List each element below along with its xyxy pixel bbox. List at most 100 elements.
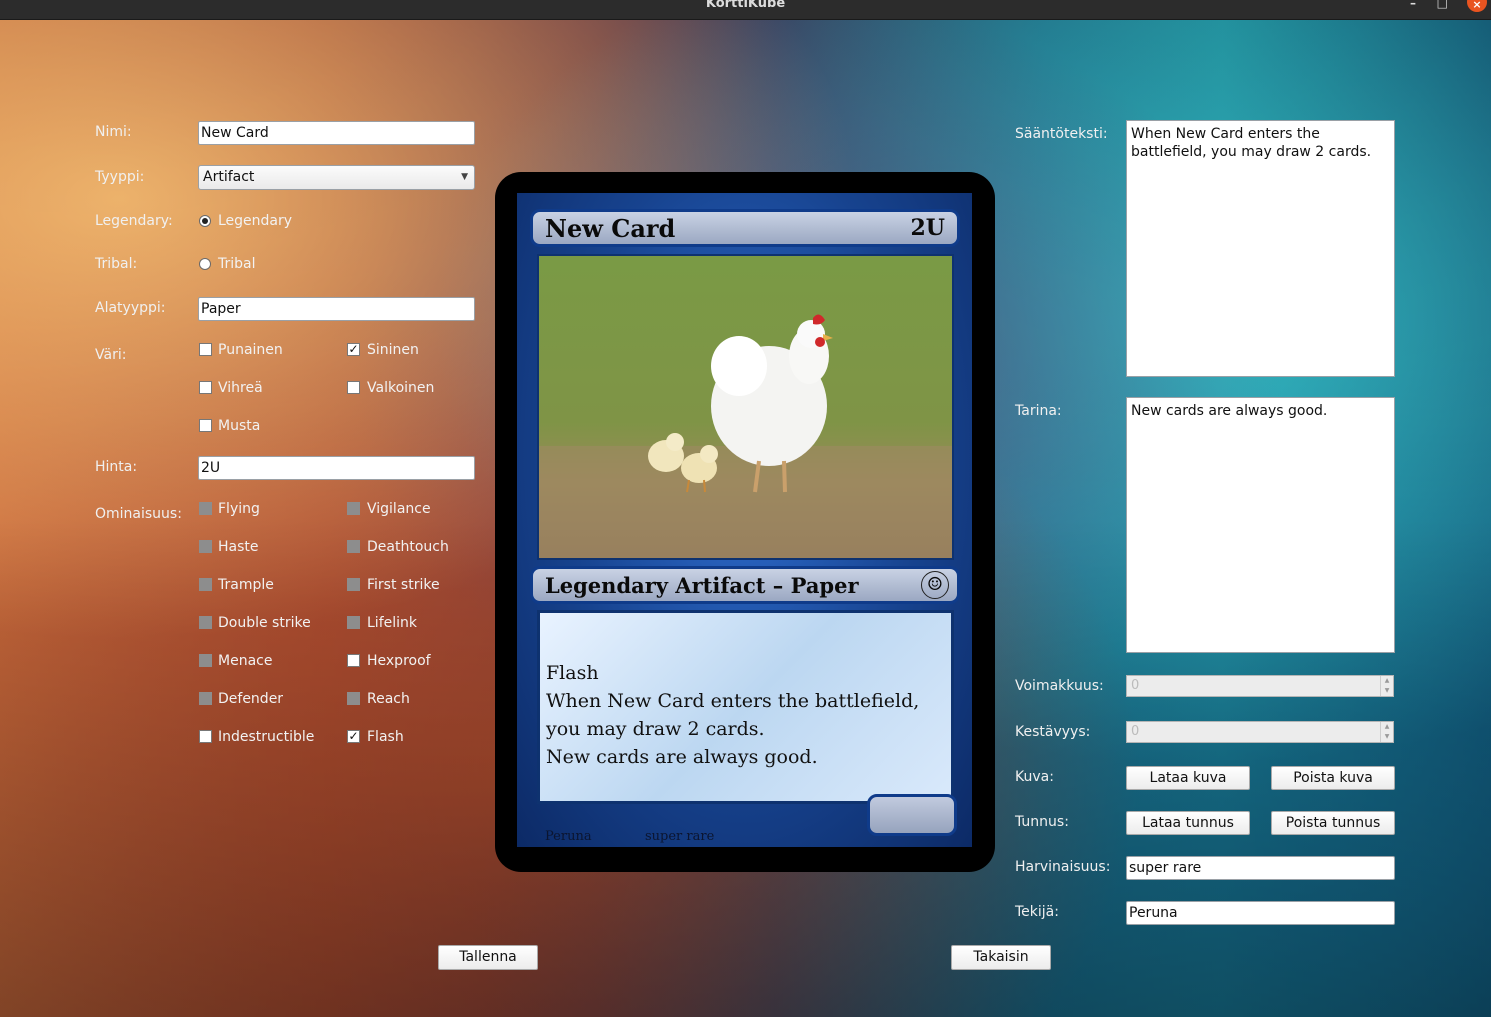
ability-checkbox-double-strike[interactable] — [199, 616, 212, 629]
card-rules-line: New cards are always good. — [546, 746, 818, 768]
rarity-label: Harvinaisuus: — [1015, 859, 1111, 875]
card-type-line: Legendary Artifact – Paper — [545, 573, 859, 598]
power-spinbox[interactable]: 0 ▲ ▼ — [1126, 675, 1394, 697]
card-rules-line: When New Card enters the battlefield, yo… — [546, 690, 920, 740]
flavor-text-label: Tarina: — [1015, 403, 1062, 419]
ability-checkbox-flash[interactable]: ✓ — [347, 730, 360, 743]
name-label: Nimi: — [95, 124, 132, 140]
ability-label-trample[interactable]: Trample — [218, 577, 274, 593]
rarity-input[interactable]: super rare — [1126, 856, 1395, 880]
artist-input[interactable]: Peruna — [1126, 901, 1395, 925]
ability-label-double-strike[interactable]: Double strike — [218, 615, 311, 631]
card-name: New Card — [545, 214, 676, 243]
power-label: Voimakkuus: — [1015, 678, 1104, 694]
color-checkbox-vihrea[interactable] — [199, 381, 212, 394]
color-checkbox-musta[interactable] — [199, 419, 212, 432]
tribal-radio-label[interactable]: Tribal — [218, 256, 256, 272]
ability-label-first-strike[interactable]: First strike — [367, 577, 440, 593]
color-label-vihrea[interactable]: Vihreä — [218, 380, 263, 396]
card-artist: Peruna — [545, 829, 592, 844]
ability-label-defender[interactable]: Defender — [218, 691, 283, 707]
load-symbol-button[interactable]: Lataa tunnus — [1126, 811, 1250, 835]
smiley-icon: ☺ — [921, 571, 949, 599]
color-label: Väri: — [95, 347, 127, 363]
remove-image-button[interactable]: Poista kuva — [1271, 766, 1395, 790]
type-label: Tyyppi: — [95, 169, 145, 185]
save-button[interactable]: Tallenna — [438, 945, 538, 970]
spin-arrows-icon[interactable]: ▲ ▼ — [1380, 722, 1393, 742]
card-art-image — [537, 254, 954, 560]
type-select-value: Artifact — [203, 169, 255, 185]
card-type-bar: Legendary Artifact – Paper ☺ — [530, 566, 960, 604]
rules-text-area[interactable]: When New Card enters the battlefield, yo… — [1126, 120, 1395, 377]
ability-checkbox-trample[interactable] — [199, 578, 212, 591]
toughness-label: Kestävyys: — [1015, 724, 1091, 740]
symbol-label: Tunnus: — [1015, 814, 1069, 830]
ability-checkbox-lifelink[interactable] — [347, 616, 360, 629]
ability-checkbox-deathtouch[interactable] — [347, 540, 360, 553]
ability-label-menace[interactable]: Menace — [218, 653, 272, 669]
color-label-sininen[interactable]: Sininen — [367, 342, 419, 358]
ability-label-lifelink[interactable]: Lifelink — [367, 615, 417, 631]
card-rules-line: Flash — [546, 662, 599, 684]
minimize-icon[interactable]: – — [1410, 0, 1416, 9]
color-checkbox-sininen[interactable]: ✓ — [347, 343, 360, 356]
tribal-label: Tribal: — [95, 256, 138, 272]
ability-label-haste[interactable]: Haste — [218, 539, 259, 555]
ability-checkbox-flying[interactable] — [199, 502, 212, 515]
cost-input[interactable]: 2U — [198, 456, 475, 480]
ability-checkbox-indestructible[interactable] — [199, 730, 212, 743]
name-input[interactable]: New Card — [198, 121, 475, 145]
card-title-bar: New Card 2U — [530, 209, 960, 247]
ability-checkbox-defender[interactable] — [199, 692, 212, 705]
color-checkbox-punainen[interactable] — [199, 343, 212, 356]
back-button[interactable]: Takaisin — [951, 945, 1051, 970]
power-value: 0 — [1131, 678, 1140, 693]
card-rules-box: Flash When New Card enters the battlefie… — [537, 610, 954, 804]
ability-label-indestructible[interactable]: Indestructible — [218, 729, 314, 745]
color-label-punainen[interactable]: Punainen — [218, 342, 283, 358]
ability-checkbox-hexproof[interactable] — [347, 654, 360, 667]
flavor-text-area[interactable]: New cards are always good. — [1126, 397, 1395, 653]
ability-checkbox-first-strike[interactable] — [347, 578, 360, 591]
ability-label-flash[interactable]: Flash — [367, 729, 404, 745]
ability-label-vigilance[interactable]: Vigilance — [367, 501, 431, 517]
subtype-label: Alatyyppi: — [95, 300, 166, 316]
tribal-radio[interactable] — [199, 258, 211, 270]
cost-label: Hinta: — [95, 459, 138, 475]
ability-checkbox-reach[interactable] — [347, 692, 360, 705]
legendary-radio-label[interactable]: Legendary — [218, 213, 292, 229]
ability-label: Ominaisuus: — [95, 506, 182, 522]
subtype-input[interactable]: Paper — [198, 297, 475, 321]
type-select[interactable]: Artifact ▼ — [198, 165, 475, 190]
toughness-spinbox[interactable]: 0 ▲ ▼ — [1126, 721, 1394, 743]
image-label: Kuva: — [1015, 769, 1054, 785]
chevron-down-icon: ▼ — [461, 172, 468, 182]
artist-label: Tekijä: — [1015, 904, 1059, 920]
ability-label-hexproof[interactable]: Hexproof — [367, 653, 431, 669]
toughness-value: 0 — [1131, 724, 1140, 739]
ability-label-deathtouch[interactable]: Deathtouch — [367, 539, 449, 555]
legendary-label: Legendary: — [95, 213, 173, 229]
card-power-toughness-box — [867, 794, 957, 836]
maximize-icon[interactable]: □ — [1437, 0, 1448, 9]
card-mana-cost: 2U — [910, 215, 946, 241]
color-label-musta[interactable]: Musta — [218, 418, 260, 434]
window-titlebar: KorttiKube – □ × — [0, 0, 1491, 20]
ability-checkbox-haste[interactable] — [199, 540, 212, 553]
ability-label-flying[interactable]: Flying — [218, 501, 260, 517]
hen-with-chicks-image — [539, 256, 952, 558]
remove-symbol-button[interactable]: Poista tunnus — [1271, 811, 1395, 835]
color-label-valkoinen[interactable]: Valkoinen — [367, 380, 434, 396]
rules-text-label: Sääntöteksti: — [1015, 126, 1108, 142]
color-checkbox-valkoinen[interactable] — [347, 381, 360, 394]
spin-arrows-icon[interactable]: ▲ ▼ — [1380, 676, 1393, 696]
ability-label-reach[interactable]: Reach — [367, 691, 410, 707]
window-title: KorttiKube — [705, 0, 786, 11]
ability-checkbox-vigilance[interactable] — [347, 502, 360, 515]
load-image-button[interactable]: Lataa kuva — [1126, 766, 1250, 790]
close-icon[interactable]: × — [1467, 0, 1487, 12]
ability-checkbox-menace[interactable] — [199, 654, 212, 667]
card-rarity: super rare — [645, 829, 715, 844]
legendary-radio[interactable] — [199, 215, 211, 227]
